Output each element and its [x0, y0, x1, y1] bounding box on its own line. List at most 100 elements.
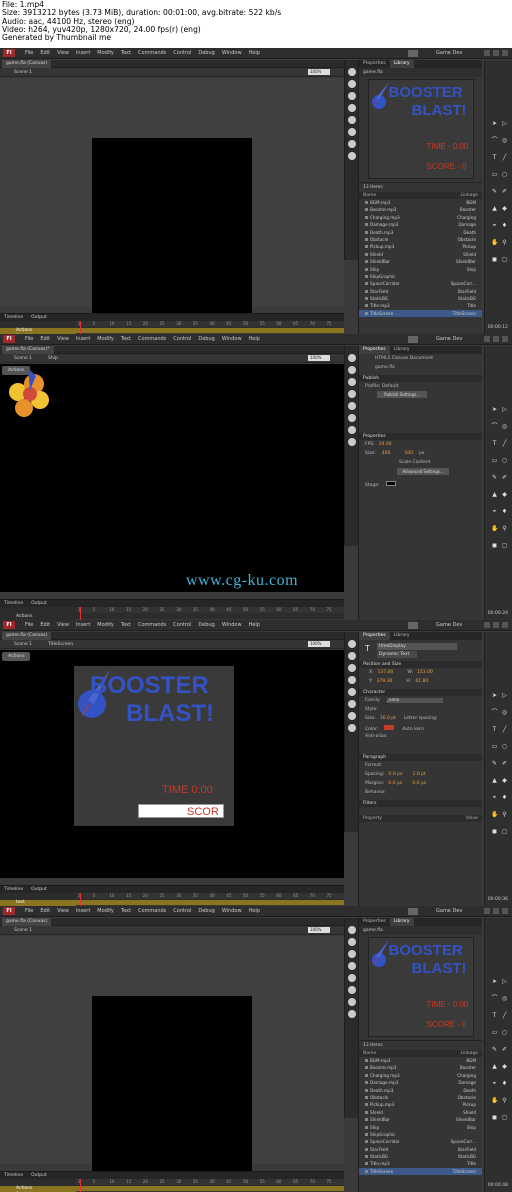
scale-content-checkbox[interactable]: Scale Content: [359, 458, 482, 467]
library-item[interactable]: TitleScreen TitleScreen: [359, 1167, 482, 1176]
rectangle-tool-icon[interactable]: ▭: [491, 171, 498, 178]
dock-panel-icon[interactable]: [348, 402, 356, 410]
tab-properties[interactable]: Properties: [359, 632, 390, 640]
workspace-icon[interactable]: [408, 622, 418, 629]
lasso-tool-icon[interactable]: ⌒: [491, 709, 498, 716]
margins-value-2[interactable]: 0.0 px: [412, 781, 426, 786]
subselection-tool-icon[interactable]: ▷: [501, 978, 508, 985]
workspace-icon[interactable]: [408, 50, 418, 57]
tab-library[interactable]: Library: [389, 918, 414, 926]
dock-panel-icon[interactable]: [348, 152, 356, 160]
library-item[interactable]: Ship Ship: [359, 266, 482, 273]
dock-panel-icon[interactable]: [348, 116, 356, 124]
menu-item-commands[interactable]: Commands: [138, 908, 166, 914]
workspace-switcher[interactable]: Game Dev: [436, 336, 462, 342]
library-item[interactable]: Booster.mp3 Booster: [359, 1064, 482, 1071]
tab-output[interactable]: Output: [27, 600, 51, 607]
fill-color-icon[interactable]: ◻: [501, 828, 508, 835]
menu-item-view[interactable]: View: [57, 50, 69, 56]
dock-panel-icon[interactable]: [348, 938, 356, 946]
symbol-breadcrumb[interactable]: TitleScreen: [48, 641, 73, 648]
hand-tool-icon[interactable]: ✋: [491, 239, 498, 246]
scene-breadcrumb[interactable]: Scene 1: [14, 69, 32, 76]
library-item[interactable]: Ship Ship: [359, 1124, 482, 1131]
publish-section[interactable]: Publish: [359, 375, 482, 382]
library-item[interactable]: ShieldBar ShieldBar: [359, 258, 482, 265]
library-item[interactable]: Title.mp3 Title: [359, 1160, 482, 1167]
line-tool-icon[interactable]: ╱: [501, 1012, 508, 1019]
fill-color-icon[interactable]: ◻: [501, 1114, 508, 1121]
selection-tool-icon[interactable]: ➤: [491, 692, 498, 699]
library-item[interactable]: Shield Shield: [359, 1109, 482, 1116]
hand-tool-icon[interactable]: ✋: [491, 1097, 498, 1104]
dock-panel-icon[interactable]: [348, 724, 356, 732]
library-col-linkage[interactable]: Linkage: [460, 193, 478, 198]
dock-panel-icon[interactable]: [348, 676, 356, 684]
library-item[interactable]: SpaceCorridor SpaceCorr...: [359, 280, 482, 287]
fill-color-icon[interactable]: ◻: [501, 256, 508, 263]
workspace-icon[interactable]: [408, 336, 418, 343]
transform-tool-icon[interactable]: ◎: [501, 137, 508, 144]
eyedropper-icon[interactable]: ◆: [501, 491, 508, 498]
menu-item-edit[interactable]: Edit: [40, 622, 50, 628]
dock-panel-icon[interactable]: [348, 986, 356, 994]
tab-timeline[interactable]: Timeline: [0, 600, 27, 607]
format-row[interactable]: Format:: [359, 761, 482, 770]
tab-library[interactable]: Library: [390, 632, 414, 640]
zoom-select[interactable]: 100%: [308, 355, 330, 361]
position-size-section[interactable]: Position and Size: [359, 661, 482, 668]
library-item[interactable]: StarField StarField: [359, 288, 482, 295]
text-tool-icon[interactable]: T: [491, 154, 498, 161]
menu-item-insert[interactable]: Insert: [76, 50, 90, 56]
menu-item-edit[interactable]: Edit: [40, 336, 50, 342]
document-tab[interactable]: game.fla (Canvas): [2, 60, 52, 68]
menu-item-modify[interactable]: Modify: [97, 50, 114, 56]
stage[interactable]: [92, 996, 252, 1184]
line-tool-icon[interactable]: ╱: [501, 726, 508, 733]
advanced-settings-button[interactable]: Advanced Settings...: [397, 468, 449, 475]
library-item[interactable]: ShipGraphic: [359, 273, 482, 280]
playhead[interactable]: [80, 1179, 81, 1192]
brush-tool-icon[interactable]: ✐: [501, 1046, 508, 1053]
color-swatch[interactable]: [384, 725, 395, 730]
menu-item-modify[interactable]: Modify: [97, 908, 114, 914]
bone-tool-icon[interactable]: ⌖: [491, 1080, 498, 1087]
eyedropper-icon[interactable]: ◆: [501, 205, 508, 212]
paint-bucket-icon[interactable]: ▲: [491, 205, 498, 212]
dock-panel-icon[interactable]: [348, 140, 356, 148]
tab-library[interactable]: Library: [390, 346, 414, 354]
document-tab[interactable]: game.fla (Canvas)*: [2, 346, 54, 354]
menu-item-debug[interactable]: Debug: [198, 622, 214, 628]
oval-tool-icon[interactable]: ○: [501, 171, 508, 178]
instance-name-field[interactable]: timeDisplay: [377, 643, 457, 650]
pencil-tool-icon[interactable]: ✎: [491, 474, 498, 481]
dock-panel-icon[interactable]: [348, 1010, 356, 1018]
pasteboard[interactable]: [0, 78, 344, 326]
transform-tool-icon[interactable]: ◎: [501, 709, 508, 716]
library-item[interactable]: ShieldBar ShieldBar: [359, 1116, 482, 1123]
transform-tool-icon[interactable]: ◎: [501, 423, 508, 430]
library-item[interactable]: StarField StarField: [359, 1146, 482, 1153]
transform-tool-icon[interactable]: ◎: [501, 995, 508, 1002]
frame-ruler[interactable]: 151015202530354045505560657075: [76, 607, 344, 613]
actions-button[interactable]: Actions: [2, 366, 31, 375]
minimize-button[interactable]: [484, 908, 490, 914]
rectangle-tool-icon[interactable]: ▭: [491, 743, 498, 750]
line-tool-icon[interactable]: ╱: [501, 440, 508, 447]
dock-panel-icon[interactable]: [348, 354, 356, 362]
menu-item-commands[interactable]: Commands: [138, 336, 166, 342]
library-item[interactable]: Pickup.mp3 Pickup: [359, 1101, 482, 1108]
filters-section[interactable]: Filters: [359, 800, 482, 807]
menu-item-window[interactable]: Window: [222, 50, 242, 56]
dock-panel-icon[interactable]: [348, 128, 356, 136]
zoom-tool-icon[interactable]: ⚲: [501, 525, 508, 532]
minimize-button[interactable]: [484, 622, 490, 628]
menu-item-control[interactable]: Control: [173, 336, 191, 342]
doc-name-field[interactable]: game.fla: [359, 363, 482, 372]
subselection-tool-icon[interactable]: ▷: [501, 692, 508, 699]
ink-bottle-icon[interactable]: ♦: [501, 222, 508, 229]
time-display-text[interactable]: TIME 0:00: [162, 784, 213, 796]
stroke-color-icon[interactable]: ◼: [491, 1114, 498, 1121]
library-item[interactable]: Charging.mp3 Charging: [359, 214, 482, 221]
bone-tool-icon[interactable]: ⌖: [491, 508, 498, 515]
